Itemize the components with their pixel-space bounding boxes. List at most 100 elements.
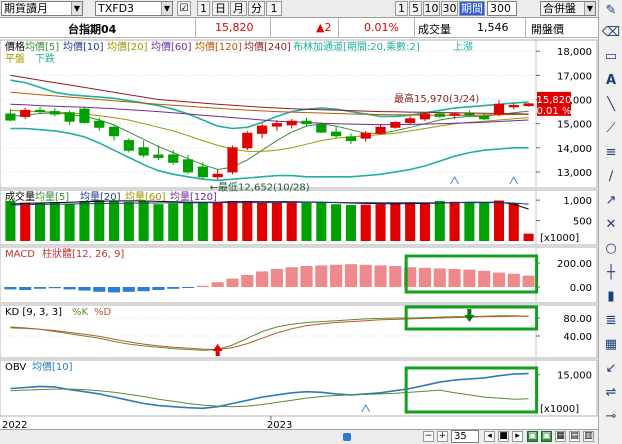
candle-body[interactable] [257, 125, 268, 134]
volume-bar[interactable] [271, 202, 282, 241]
candle-body[interactable] [242, 132, 253, 149]
scroll-thumb[interactable] [343, 433, 351, 441]
layout-button[interactable]: ▥ [583, 431, 594, 442]
candle-body[interactable] [182, 159, 194, 173]
candle-body[interactable] [64, 112, 75, 122]
volume-bar[interactable] [64, 204, 75, 241]
macd-histogram-bar[interactable] [107, 287, 121, 293]
export-button[interactable]: ▣ [527, 431, 538, 442]
channel-icon[interactable]: ∕ [601, 168, 621, 186]
grid-button[interactable]: ▦ [555, 431, 566, 442]
freq-ticks-button[interactable]: 1 [197, 1, 210, 16]
macd-histogram-bar[interactable] [196, 285, 209, 287]
freq-day-button[interactable]: 日 [212, 1, 229, 16]
merge-select[interactable]: 合併盤 ▼ [540, 1, 596, 16]
eraser-icon[interactable]: ⌫ [601, 24, 621, 42]
volume-bar[interactable] [197, 202, 208, 241]
macd-histogram-bar[interactable] [270, 269, 283, 287]
macd-histogram-bar[interactable] [478, 270, 491, 287]
candle-body[interactable] [108, 126, 120, 137]
candle-body[interactable] [508, 105, 519, 108]
volume-bar[interactable] [419, 202, 430, 241]
period-button[interactable]: 期間 [459, 1, 485, 16]
macd-histogram-bar[interactable] [63, 287, 76, 290]
macd-histogram-bar[interactable] [241, 275, 254, 287]
macd-histogram-bar[interactable] [33, 287, 47, 289]
macd-histogram-bar[interactable] [418, 267, 432, 287]
volume-bar[interactable] [493, 200, 505, 241]
macd-histogram-bar[interactable] [78, 287, 91, 291]
volume-bar[interactable] [331, 204, 342, 241]
volume-bar[interactable] [523, 233, 534, 241]
interval-1-button[interactable]: 1 [395, 1, 408, 16]
brush-icon[interactable]: ↗ [601, 192, 621, 210]
macd-histogram-bar[interactable] [300, 266, 313, 287]
candle-body[interactable] [390, 121, 401, 128]
volume-bar[interactable] [375, 204, 386, 241]
candle-body[interactable] [34, 109, 46, 113]
market-menu-select[interactable]: 期貨讀月 ▼ [1, 1, 83, 16]
candle-body[interactable] [375, 126, 386, 134]
checkbox-toggle[interactable]: ☑ [177, 1, 191, 16]
cross-icon[interactable]: ✕ [601, 216, 621, 234]
zoom-out-button[interactable]: − [423, 431, 434, 442]
volume-bar[interactable] [212, 202, 223, 241]
macd-histogram-bar[interactable] [4, 287, 17, 290]
zoom-input[interactable]: 35 [451, 430, 479, 443]
candle-body[interactable] [464, 113, 475, 116]
volume-bar[interactable] [20, 202, 31, 241]
candle-body[interactable] [331, 131, 342, 137]
macd-histogram-bar[interactable] [448, 269, 461, 287]
macd-histogram-bar[interactable] [463, 269, 476, 287]
candle-body[interactable] [405, 118, 416, 123]
candle-body[interactable] [271, 123, 282, 127]
macd-histogram-bar[interactable] [344, 264, 358, 287]
macd-histogram-bar[interactable] [433, 268, 446, 287]
period-input[interactable]: 300 [487, 1, 517, 16]
volume-bar[interactable] [109, 200, 120, 241]
interval-10-button[interactable]: 10 [423, 1, 440, 16]
volume-bar[interactable] [479, 202, 490, 241]
candle-body[interactable] [316, 124, 327, 133]
horizontal-line-icon[interactable]: ≣ [601, 312, 621, 330]
macd-histogram-bar[interactable] [19, 287, 32, 290]
macd-histogram-bar[interactable] [152, 287, 165, 290]
scroll-left-button[interactable]: ◂ [484, 431, 495, 442]
arrow-icon[interactable]: ↙ [601, 360, 621, 378]
candle-body[interactable] [301, 120, 312, 125]
volume-bar[interactable] [301, 202, 312, 241]
pattern-icon[interactable]: ⇌ [601, 384, 621, 402]
candle-body[interactable] [286, 120, 297, 126]
print-button[interactable]: ▣ [541, 431, 552, 442]
volume-bar[interactable] [94, 200, 105, 241]
freq-month-button[interactable]: 月 [230, 1, 247, 16]
macd-histogram-bar[interactable] [167, 287, 180, 289]
candle-body[interactable] [479, 115, 490, 120]
macd-histogram-bar[interactable] [256, 271, 269, 287]
candle-body[interactable] [168, 154, 179, 163]
candle-body[interactable] [153, 154, 164, 158]
candle-body[interactable] [20, 109, 31, 117]
macd-histogram-bar[interactable] [48, 287, 61, 289]
volume-bar[interactable] [360, 204, 371, 241]
candle-body[interactable] [419, 113, 431, 120]
macd-histogram-bar[interactable] [137, 287, 150, 292]
candle-body[interactable] [94, 120, 105, 128]
volume-bar[interactable] [79, 200, 90, 241]
candle-body[interactable] [5, 113, 16, 121]
settings-button[interactable]: ▤ [569, 431, 580, 442]
volume-bar[interactable] [449, 201, 460, 241]
candle-body[interactable] [493, 103, 505, 115]
macd-histogram-bar[interactable] [359, 264, 372, 287]
candle-body[interactable] [345, 136, 357, 142]
candle-body[interactable] [523, 103, 534, 107]
interval-30-button[interactable]: 30 [441, 1, 458, 16]
volume-bar[interactable] [434, 200, 445, 241]
ruler-icon[interactable]: ▭ [601, 48, 621, 66]
stop-button[interactable]: ■ [498, 431, 509, 442]
interval-5-button[interactable]: 5 [409, 1, 422, 16]
macd-histogram-bar[interactable] [226, 278, 239, 287]
volume-bar[interactable] [49, 202, 60, 241]
zoom-in-button[interactable]: + [437, 431, 448, 442]
line-tool-icon[interactable]: ╲ [601, 96, 621, 114]
